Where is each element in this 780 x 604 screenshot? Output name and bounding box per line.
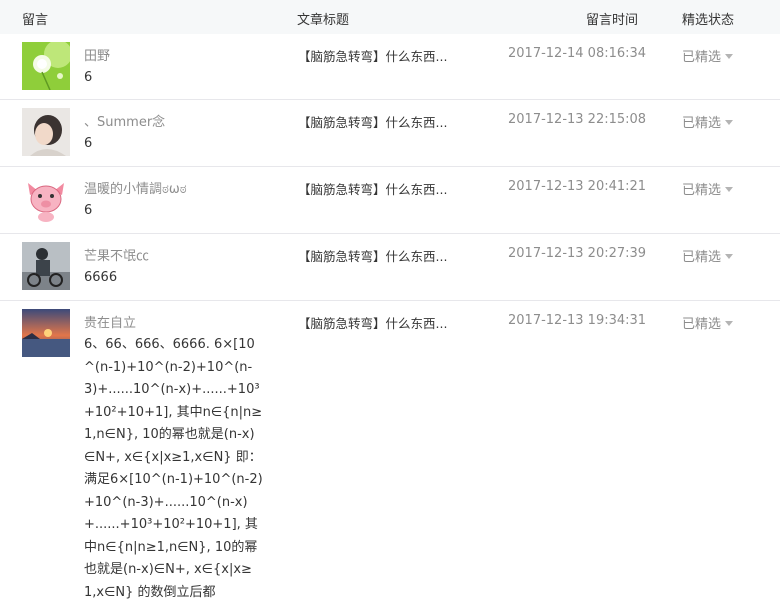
header-article-title: 文章标题 (297, 13, 350, 28)
article-title-link[interactable]: 【脑筋急转弯】什么东西... (298, 246, 447, 265)
comment-time: 2017-12-13 22:15:08 (508, 112, 647, 127)
header-comment: 留言 (22, 13, 49, 28)
featured-status-label: 已精选 (682, 183, 722, 198)
chevron-down-icon (725, 321, 734, 326)
comment-content: 6 (84, 203, 93, 218)
pink-pig-avatar-icon (22, 175, 70, 223)
sunset-sea-avatar-icon (22, 309, 70, 357)
comment-nickname: 田野 (84, 49, 111, 64)
chevron-down-icon (725, 187, 734, 192)
comment-row: 贵在自立 6、66、666、6666. 6×[10^(n-1)+10^(n-2)… (0, 301, 780, 600)
comment-content: 6 (84, 136, 93, 151)
featured-status-dropdown[interactable]: 已精选 (682, 246, 734, 265)
header-comment-time: 留言时间 (586, 13, 639, 28)
comment-time: 2017-12-14 08:16:34 (508, 46, 647, 61)
article-title-link[interactable]: 【脑筋急转弯】什么东西... (298, 179, 447, 198)
featured-status-dropdown[interactable]: 已精选 (682, 46, 734, 65)
featured-status-label: 已精选 (682, 50, 722, 65)
girl-photo-avatar-icon (22, 108, 70, 156)
article-title-link[interactable]: 【脑筋急转弯】什么东西... (298, 313, 447, 332)
chevron-down-icon (725, 54, 734, 59)
featured-status-label: 已精选 (682, 116, 722, 131)
article-title-link[interactable]: 【脑筋急转弯】什么东西... (298, 46, 447, 65)
comment-row: 、Summer念 6 【脑筋急转弯】什么东西... 2017-12-13 22:… (0, 100, 780, 167)
dandelion-avatar-icon (22, 42, 70, 90)
comment-row: 温暖的小情調ಠωಠ 6 【脑筋急转弯】什么东西... 2017-12-13 20… (0, 167, 780, 234)
comment-nickname: 温暖的小情調ಠωಠ (84, 182, 187, 197)
comment-time: 2017-12-13 20:27:39 (508, 246, 647, 261)
comment-time: 2017-12-13 20:41:21 (508, 179, 647, 194)
comment-nickname: 芒果不氓㏄ (84, 249, 150, 264)
comment-content: 6666 (84, 270, 118, 285)
featured-status-dropdown[interactable]: 已精选 (682, 179, 734, 198)
comment-content: 6 (84, 70, 93, 85)
featured-status-label: 已精选 (682, 250, 722, 265)
article-title-link[interactable]: 【脑筋急转弯】什么东西... (298, 112, 447, 131)
chevron-down-icon (725, 120, 734, 125)
comment-row: 芒果不氓㏄ 6666 【脑筋急转弯】什么东西... 2017-12-13 20:… (0, 234, 780, 301)
comment-time: 2017-12-13 19:34:31 (508, 313, 647, 328)
table-header: 留言 文章标题 留言时间 精选状态 (0, 0, 780, 35)
featured-status-label: 已精选 (682, 317, 722, 332)
chevron-down-icon (725, 254, 734, 259)
street-photo-avatar-icon (22, 242, 70, 290)
featured-status-dropdown[interactable]: 已精选 (682, 313, 734, 332)
comment-content: 6、66、666、6666. 6×[10^(n-1)+10^(n-2)+10^(… (84, 337, 263, 600)
comment-nickname: 贵在自立 (84, 316, 137, 331)
comment-row: 田野 6 【脑筋急转弯】什么东西... 2017-12-14 08:16:34 … (0, 34, 780, 100)
featured-status-dropdown[interactable]: 已精选 (682, 112, 734, 131)
header-featured-status: 精选状态 (682, 13, 735, 28)
comment-nickname: 、Summer念 (84, 115, 166, 130)
